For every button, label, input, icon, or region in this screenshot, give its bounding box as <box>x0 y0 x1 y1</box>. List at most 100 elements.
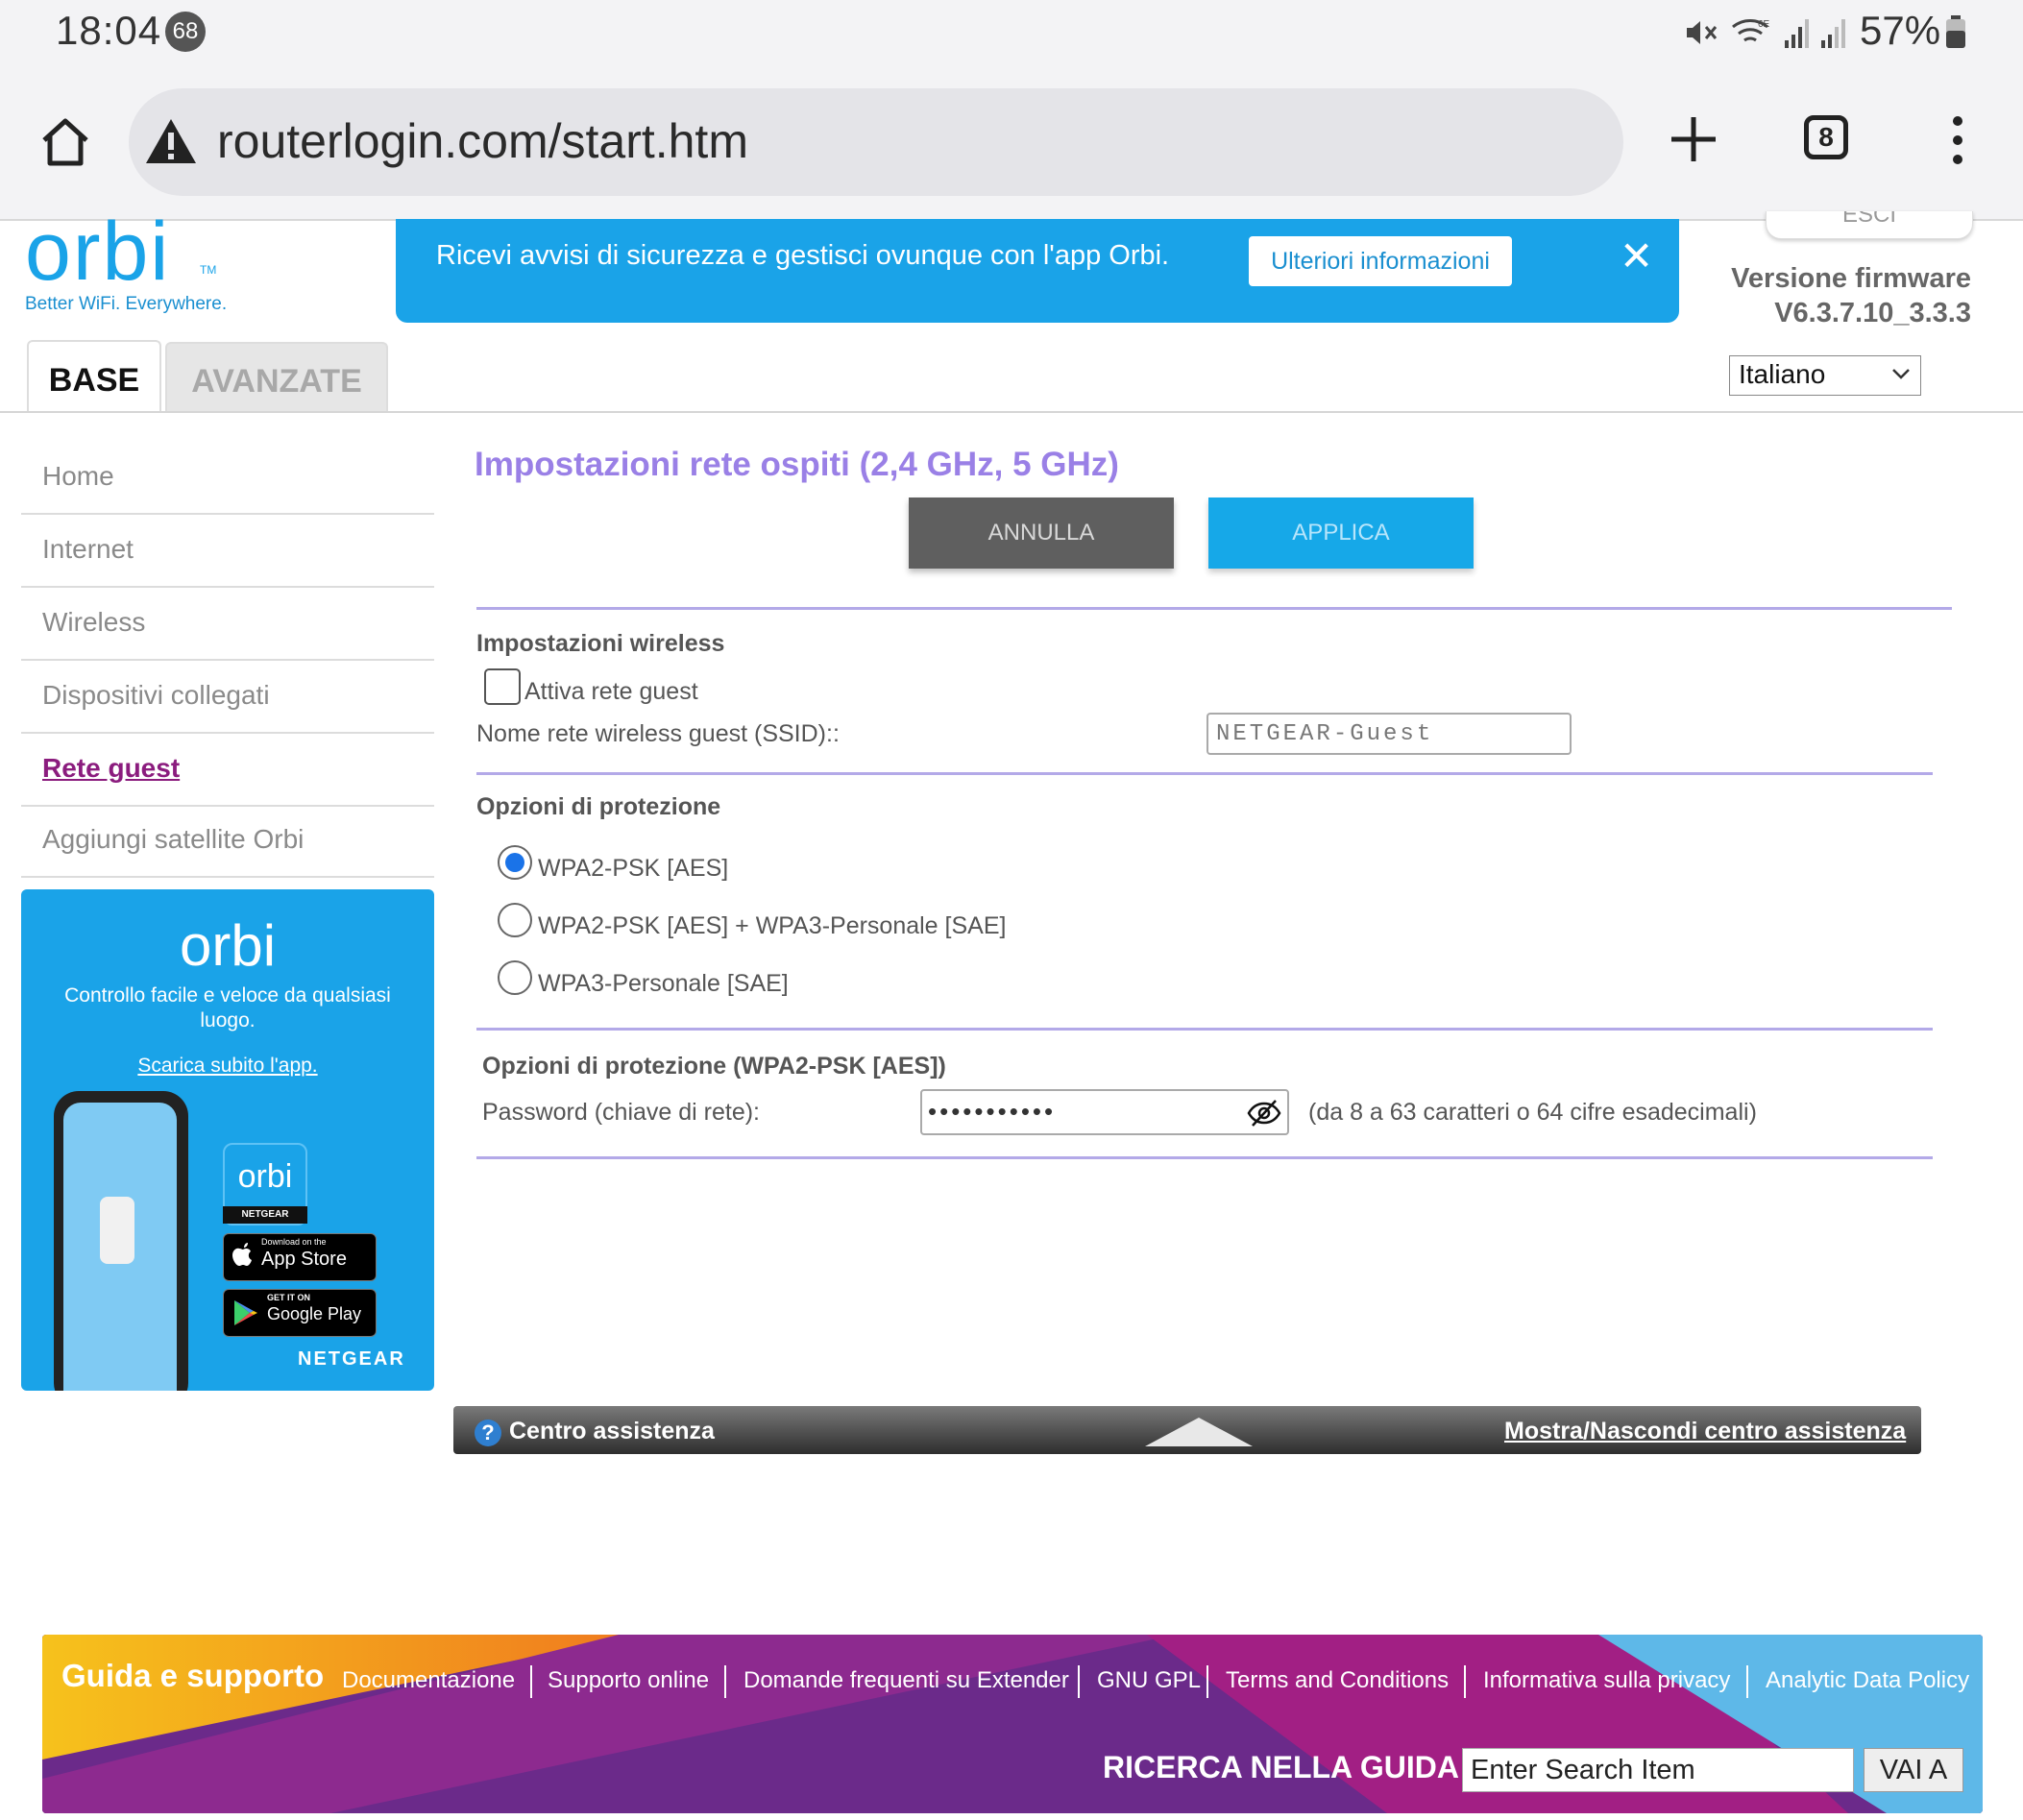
protection-detail-heading: Opzioni di protezione (WPA2-PSK [AES]) <box>482 1053 946 1080</box>
enable-guest-label: Attiva rete guest <box>524 678 698 705</box>
page-title: Impostazioni rete ospiti (2,4 GHz, 5 GHz… <box>475 446 1119 483</box>
radio-label: WPA2-PSK [AES] + WPA3-Personale [SAE] <box>538 912 1007 939</box>
ssid-label: Nome rete wireless guest (SSID):: <box>476 720 840 747</box>
radio-selected-dot <box>505 853 524 872</box>
netgear-logo: NETGEAR <box>298 1348 405 1370</box>
tab-count: 8 <box>1818 122 1834 152</box>
app-store-small-text: Download on the <box>261 1237 327 1247</box>
tab-advanced[interactable]: AVANZATE <box>165 342 388 413</box>
router-illustration <box>100 1197 134 1264</box>
tab-divider <box>0 411 2023 413</box>
footer-separator <box>1464 1665 1466 1698</box>
help-search-input[interactable] <box>1462 1748 1854 1792</box>
footer-separator <box>530 1665 532 1698</box>
sidebar-item-label: Home <box>42 461 114 491</box>
footer-separator <box>1206 1665 1208 1698</box>
footer-link-extender-faq[interactable]: Domande frequenti su Extender <box>743 1667 1069 1694</box>
footer-separator <box>1746 1665 1748 1698</box>
language-value: Italiano <box>1739 359 1826 389</box>
protection-options-heading: Opzioni di protezione <box>476 793 721 820</box>
orbi-logo: orbi <box>25 206 171 298</box>
section-divider <box>476 772 1933 775</box>
eye-off-icon[interactable] <box>1245 1097 1283 1129</box>
promo-orbi-logo: orbi <box>179 913 277 978</box>
footer-link-terms[interactable]: Terms and Conditions <box>1226 1667 1449 1694</box>
download-app-link[interactable]: Scarica subito l'app. <box>21 1055 434 1078</box>
tagline: Better WiFi. Everywhere. <box>25 294 228 314</box>
enable-guest-checkbox[interactable] <box>484 668 521 705</box>
sidebar-item-home[interactable]: Home <box>21 442 434 515</box>
battery-percentage: 57% <box>1860 8 1941 53</box>
app-promo-card: orbi Controllo facile e veloce da qualsi… <box>21 889 434 1391</box>
footer-link-gnu-gpl[interactable]: GNU GPL <box>1097 1667 1201 1694</box>
apply-button[interactable]: APPLICA <box>1208 497 1474 569</box>
status-bar <box>0 0 2023 67</box>
sidebar-item-add-satellite[interactable]: Aggiungi satellite Orbi <box>21 805 434 878</box>
firmware-label: Versione firmware <box>1731 263 1971 294</box>
more-vert-icon[interactable] <box>1944 113 1971 167</box>
app-tile-logo: orbi <box>237 1158 293 1195</box>
footer-title: Guida e supporto <box>61 1658 325 1693</box>
tab-base[interactable]: BASE <box>27 340 161 413</box>
sidebar-item-label: Wireless <box>42 607 146 637</box>
google-play-small-text: GET IT ON <box>267 1293 310 1302</box>
trademark-mark: TM <box>200 263 217 277</box>
wifi-6e-icon: 6E <box>1732 19 1770 42</box>
google-play-text: Google Play <box>267 1304 362 1323</box>
password-value: ••••••••••• <box>928 1097 1057 1126</box>
section-divider <box>476 1028 1933 1031</box>
footer-link-analytics-policy[interactable]: Analytic Data Policy <box>1766 1667 1969 1694</box>
promo-text: Controllo facile e veloce da qualsiasi l… <box>64 984 391 1031</box>
banner-text: Ricevi avvisi di sicurezza e gestisci ov… <box>436 240 1170 271</box>
app-tile-brand: NETGEAR <box>223 1206 307 1224</box>
wireless-settings-heading: Impostazioni wireless <box>476 630 725 657</box>
help-icon: ? <box>475 1420 501 1446</box>
help-search-label: RICERCA NELLA GUIDA <box>1103 1750 1459 1784</box>
mute-icon <box>1687 21 1718 44</box>
close-icon[interactable]: ✕ <box>1620 232 1653 279</box>
ssid-input[interactable] <box>1206 713 1572 755</box>
section-divider <box>476 1156 1933 1159</box>
battery-icon <box>1946 15 1965 48</box>
footer-link-documentation[interactable]: Documentazione <box>342 1667 515 1694</box>
warning-icon[interactable] <box>144 117 198 165</box>
sidebar-item-wireless[interactable]: Wireless <box>21 588 434 661</box>
google-play-icon <box>234 1300 257 1325</box>
sidebar-item-label: Aggiungi satellite Orbi <box>42 824 305 854</box>
radio-wpa2-wpa3[interactable] <box>498 903 532 937</box>
sidebar-item-internet[interactable]: Internet <box>21 515 434 588</box>
signal-icon <box>1821 19 1845 48</box>
radio-label: WPA2-PSK [AES] <box>538 855 729 882</box>
more-info-button[interactable]: Ulteriori informazioni <box>1249 236 1512 286</box>
url-text[interactable]: routerlogin.com/start.htm <box>217 113 748 169</box>
section-divider <box>476 607 1952 610</box>
home-icon[interactable] <box>37 113 94 171</box>
cancel-button[interactable]: ANNULLA <box>909 497 1174 569</box>
sidebar-item-label: Internet <box>42 534 134 564</box>
signal-icon <box>1785 19 1809 48</box>
footer-link-privacy[interactable]: Informativa sulla privacy <box>1483 1667 1730 1694</box>
sidebar-item-label: Dispositivi collegati <box>42 680 270 710</box>
password-hint: (da 8 a 63 caratteri o 64 cifre esadecim… <box>1308 1099 1757 1126</box>
toggle-help-center-link[interactable]: Mostra/Nascondi centro assistenza <box>1504 1418 1906 1445</box>
help-search-button[interactable]: VAI A <box>1864 1748 1963 1792</box>
logout-button[interactable]: ESCI <box>1766 211 1973 239</box>
footer-separator <box>724 1665 726 1698</box>
plus-icon[interactable] <box>1668 113 1719 165</box>
apple-icon <box>232 1243 252 1266</box>
footer-separator <box>1078 1665 1080 1698</box>
sidebar-item-label: Rete guest <box>42 753 181 783</box>
radio-wpa3[interactable] <box>498 960 532 995</box>
sidebar-item-guest-network[interactable]: Rete guest <box>21 734 434 807</box>
notification-count-badge: 68 <box>165 12 206 52</box>
footer-link-online-support[interactable]: Supporto online <box>548 1667 709 1694</box>
svg-text:6E: 6E <box>1758 19 1770 30</box>
expand-arrow-icon[interactable] <box>1145 1418 1253 1446</box>
chevron-down-icon <box>1892 369 1910 379</box>
clock: 18:04 <box>56 8 162 53</box>
firmware-version: V6.3.7.10_3.3.3 <box>1774 298 1971 328</box>
help-center-label: Centro assistenza <box>509 1418 715 1444</box>
app-store-text: App Store <box>261 1249 347 1270</box>
password-label: Password (chiave di rete): <box>482 1099 761 1126</box>
sidebar-item-connected-devices[interactable]: Dispositivi collegati <box>21 661 434 734</box>
